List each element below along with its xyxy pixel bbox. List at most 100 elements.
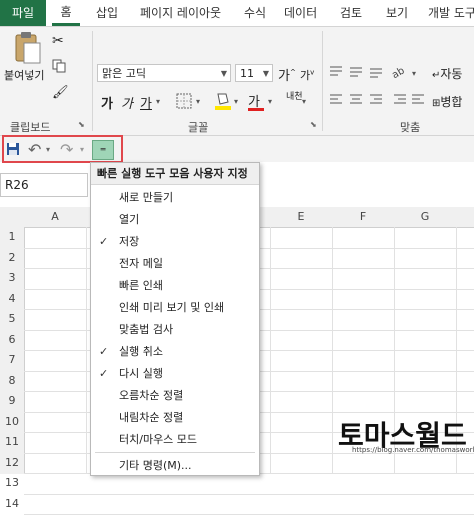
fill-color-button[interactable] xyxy=(214,91,232,114)
tab-home[interactable]: 홈 xyxy=(52,0,80,26)
menu-item-label: 새로 만들기 xyxy=(119,191,174,204)
tab-page-layout[interactable]: 페이지 레이아웃 xyxy=(140,0,221,26)
menu-item-label: 저장 xyxy=(119,235,140,248)
qat-highlight-box xyxy=(2,135,123,163)
menu-item-label: 전자 메일 xyxy=(119,257,163,270)
clipboard-group-label: 클립보드 xyxy=(10,121,51,134)
menu-item[interactable]: 새로 만들기 xyxy=(91,187,259,209)
menu-title: 빠른 실행 도구 모음 사용자 지정 xyxy=(91,163,259,185)
merge-center-button[interactable]: ⊞병합 xyxy=(432,93,462,110)
tab-review[interactable]: 검토 xyxy=(340,0,362,26)
tab-data[interactable]: 데이터 xyxy=(284,0,317,26)
row-header[interactable]: 11 xyxy=(0,432,24,453)
alignment-group-label: 맞춤 xyxy=(400,121,421,134)
customize-qat-menu: 빠른 실행 도구 모음 사용자 지정 새로 만들기열기 ✓ 저장전자 메일빠른 인쇄… xyxy=(90,162,260,476)
chevron-down-icon[interactable]: ▾ xyxy=(268,97,272,106)
tab-insert[interactable]: 삽입 xyxy=(96,0,118,26)
checkmark-icon: ✓ xyxy=(99,345,109,358)
orientation-icon[interactable]: ab ▾ xyxy=(390,65,424,82)
row-header[interactable]: 4 xyxy=(0,289,24,310)
column-header-f[interactable]: F xyxy=(332,207,394,227)
tab-file[interactable]: 파일 xyxy=(0,0,46,26)
bold-button[interactable]: 가 xyxy=(101,93,113,112)
align-left-icon[interactable] xyxy=(328,93,388,110)
svg-text:▾: ▾ xyxy=(412,69,416,78)
phonetic-button[interactable]: 내천 xyxy=(286,93,303,102)
grow-font-button[interactable]: 가^ xyxy=(278,65,296,84)
align-top-icon[interactable] xyxy=(328,65,388,82)
menu-item[interactable]: ✓ 다시 실행 xyxy=(91,363,259,385)
font-name-value: 맑은 고딕 xyxy=(102,67,146,80)
chevron-down-icon: ▼ xyxy=(262,69,269,78)
watermark-url: https://blog.naver.com/thomasworld xyxy=(352,446,474,454)
menu-item-label: 빠른 인쇄 xyxy=(119,279,163,292)
row-header[interactable]: 2 xyxy=(0,248,24,269)
group-separator xyxy=(322,31,323,131)
border-button[interactable] xyxy=(176,93,192,112)
wrap-text-button[interactable]: ↵자동 xyxy=(432,65,462,82)
row-header[interactable]: 10 xyxy=(0,412,24,433)
menu-item[interactable]: 오름차순 정렬 xyxy=(91,385,259,407)
group-separator xyxy=(92,31,93,131)
italic-button[interactable]: 가 xyxy=(121,93,133,112)
paste-button[interactable] xyxy=(12,31,42,65)
font-launcher-icon[interactable]: ⬊ xyxy=(310,120,317,129)
chevron-down-icon[interactable]: ▾ xyxy=(196,97,200,106)
grid-line xyxy=(270,227,271,474)
menu-item-label: 실행 취소 xyxy=(119,345,163,358)
font-group-label: 글꼴 xyxy=(188,121,209,134)
menu-item[interactable]: 맞춤법 검사 xyxy=(91,319,259,341)
row-header[interactable]: 13 xyxy=(0,473,24,494)
tab-formulas[interactable]: 수식 xyxy=(244,0,266,26)
chevron-down-icon[interactable]: ▾ xyxy=(234,97,238,106)
grid-line xyxy=(24,493,474,495)
menu-separator xyxy=(95,452,255,453)
name-box[interactable]: R26 xyxy=(0,173,88,197)
menu-item[interactable]: 터치/마우스 모드 xyxy=(91,429,259,451)
clipboard-launcher-icon[interactable]: ⬊ xyxy=(78,120,85,129)
menu-item-label: 열기 xyxy=(119,213,140,226)
menu-item[interactable]: 빠른 인쇄 xyxy=(91,275,259,297)
column-header-a[interactable]: A xyxy=(24,207,86,227)
row-header[interactable]: 14 xyxy=(0,494,24,515)
row-header[interactable]: 8 xyxy=(0,371,24,392)
row-header[interactable]: 3 xyxy=(0,268,24,289)
menu-item[interactable]: 인쇄 미리 보기 및 인쇄 xyxy=(91,297,259,319)
checkmark-icon: ✓ xyxy=(99,235,109,248)
tab-view[interactable]: 보기 xyxy=(386,0,408,26)
font-name-box[interactable]: 맑은 고딕 ▼ xyxy=(97,64,231,82)
grid-line xyxy=(332,227,333,474)
chevron-down-icon[interactable]: ▾ xyxy=(156,97,160,106)
indent-icon[interactable] xyxy=(392,93,426,110)
row-header[interactable]: 7 xyxy=(0,350,24,371)
format-painter-icon[interactable]: 🖌 xyxy=(52,85,69,100)
row-header[interactable]: 6 xyxy=(0,330,24,351)
menu-item[interactable]: 내림차순 정렬 xyxy=(91,407,259,429)
row-header[interactable]: 1 xyxy=(0,227,24,248)
copy-icon[interactable] xyxy=(52,59,66,76)
menu-item[interactable]: 열기 xyxy=(91,209,259,231)
menu-item-label: 터치/마우스 모드 xyxy=(119,433,198,446)
menu-item[interactable]: ✓ 저장 xyxy=(91,231,259,253)
chevron-down-icon: ▼ xyxy=(220,69,227,78)
tab-developer[interactable]: 개발 도구 xyxy=(428,0,474,26)
row-header[interactable]: 5 xyxy=(0,309,24,330)
underline-button[interactable]: 가 xyxy=(140,93,152,112)
cut-icon[interactable]: ✂ xyxy=(52,33,64,49)
column-header-e[interactable]: E xyxy=(270,207,332,227)
row-header[interactable]: 9 xyxy=(0,391,24,412)
svg-text:ab: ab xyxy=(390,65,406,79)
font-color-button[interactable]: 가 xyxy=(248,91,264,111)
menu-item[interactable]: 전자 메일 xyxy=(91,253,259,275)
menu-item-label: 맞춤법 검사 xyxy=(119,323,174,336)
menu-item-label: 오름차순 정렬 xyxy=(119,389,184,402)
chevron-down-icon[interactable]: ▾ xyxy=(302,97,306,106)
ribbon-tabs: 파일 홈 삽입 페이지 레이아웃 수식 데이터 검토 보기 개발 도구 xyxy=(0,0,474,27)
font-size-box[interactable]: 11 ▼ xyxy=(235,64,273,82)
shrink-font-button[interactable]: 가v xyxy=(300,67,314,83)
menu-item[interactable]: ✓ 실행 취소 xyxy=(91,341,259,363)
grid-line xyxy=(86,227,87,474)
column-header-g[interactable]: G xyxy=(394,207,456,227)
row-header[interactable]: 12 xyxy=(0,453,24,474)
font-size-value: 11 xyxy=(240,67,254,80)
